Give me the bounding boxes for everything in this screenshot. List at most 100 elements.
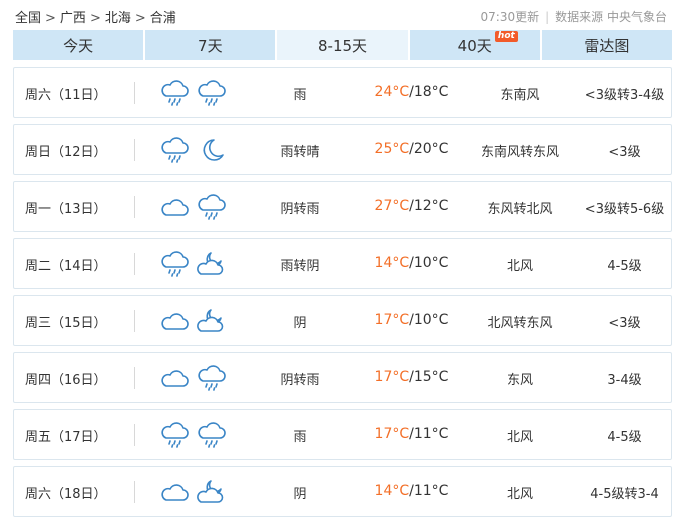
breadcrumb-item-city[interactable]: 北海 bbox=[105, 11, 131, 26]
breadcrumb-separator: > bbox=[45, 11, 56, 26]
temperature: 24°C/18°C bbox=[359, 84, 464, 100]
cloud-icon bbox=[160, 307, 190, 335]
row-divider bbox=[134, 367, 135, 389]
moon-cloud-icon bbox=[197, 478, 227, 506]
wind-direction: 北风 bbox=[506, 259, 533, 274]
forecast-date: 周六（11日） bbox=[25, 88, 107, 103]
wind-direction: 北风 bbox=[506, 487, 533, 502]
weather-condition: 雨转晴 bbox=[280, 145, 320, 160]
wind-direction: 东南风 bbox=[500, 88, 540, 103]
wind-level: 4-5级转3-4 bbox=[590, 487, 659, 502]
high-temp: 17°C bbox=[374, 369, 410, 385]
high-temp: 24°C bbox=[374, 84, 410, 100]
weather-condition: 雨 bbox=[293, 430, 307, 445]
row-divider bbox=[134, 481, 135, 503]
wind-direction: 北风 bbox=[506, 430, 533, 445]
tab-4[interactable]: 雷达图 bbox=[541, 30, 673, 60]
forecast-row: 周六（11日） 雨 24°C/18°C 东南风 <3级转3-4级 bbox=[13, 67, 672, 118]
forecast-row: 周六（18日） 阴 14°C/11°C 北风 4-5级转3-4 bbox=[13, 466, 672, 517]
weather-condition: 阴转雨 bbox=[280, 202, 320, 217]
wind-level: 4-5级 bbox=[607, 430, 642, 445]
low-temp: /10°C bbox=[409, 312, 449, 328]
rain-cloud-icon bbox=[160, 421, 190, 449]
forecast-row: 周三（15日） 阴 17°C/10°C 北风转东风 <3级 bbox=[13, 295, 672, 346]
forecast-row: 周一（13日） 阴转雨 27°C/12°C 东风转北风 <3级转5-6级 bbox=[13, 181, 672, 232]
tab-label: 雷达图 bbox=[584, 36, 630, 55]
wind-level: <3级 bbox=[608, 145, 641, 160]
temperature: 17°C/11°C bbox=[359, 426, 464, 442]
rain-cloud-icon bbox=[160, 250, 190, 278]
low-temp: /20°C bbox=[409, 141, 449, 157]
temperature: 25°C/20°C bbox=[359, 141, 464, 157]
forecast-date: 周日（12日） bbox=[25, 145, 107, 160]
breadcrumb-item-county: 合浦 bbox=[149, 11, 176, 26]
temperature: 17°C/15°C bbox=[359, 369, 464, 385]
temperature: 14°C/10°C bbox=[359, 255, 464, 271]
low-temp: /10°C bbox=[409, 255, 449, 271]
breadcrumb-item-country[interactable]: 全国 bbox=[15, 11, 41, 26]
row-divider bbox=[134, 424, 135, 446]
tab-1[interactable]: 7天 bbox=[145, 30, 276, 60]
update-meta: 07:30更新 | 数据来源 中央气象台 bbox=[481, 8, 667, 25]
forecast-row: 周日（12日） 雨转晴 25°C/20°C 东南风转东风 <3级 bbox=[13, 124, 672, 175]
update-time: 07:30更新 bbox=[480, 10, 540, 24]
wind-level: <3级转3-4级 bbox=[584, 88, 665, 103]
tab-0[interactable]: 今天 bbox=[13, 30, 144, 60]
low-temp: /12°C bbox=[409, 198, 449, 214]
row-divider bbox=[134, 196, 135, 218]
row-divider bbox=[134, 310, 135, 332]
wind-level: <3级转5-6级 bbox=[584, 202, 665, 217]
tab-label: 8-15天 bbox=[317, 36, 368, 55]
wind-direction: 东风转北风 bbox=[487, 202, 553, 217]
cloud-icon bbox=[160, 478, 190, 506]
low-temp: /15°C bbox=[409, 369, 449, 385]
wind-direction: 东南风转东风 bbox=[480, 145, 559, 160]
tab-2[interactable]: 8-15天 bbox=[277, 30, 408, 60]
weather-condition: 阴 bbox=[293, 487, 307, 502]
tab-3[interactable]: 40天 hot bbox=[409, 30, 540, 60]
rain-cloud-icon bbox=[197, 421, 227, 449]
rain-cloud-icon bbox=[197, 364, 227, 392]
row-divider bbox=[134, 82, 135, 104]
cloud-icon bbox=[160, 364, 190, 392]
breadcrumb-separator: > bbox=[89, 11, 101, 26]
row-divider bbox=[134, 253, 135, 275]
high-temp: 27°C bbox=[374, 198, 410, 214]
top-bar: 全国 > 广西 > 北海 > 合浦 07:30更新 | 数据来源 中央气象台 bbox=[0, 0, 679, 30]
breadcrumb-item-province[interactable]: 广西 bbox=[60, 11, 86, 26]
temperature: 14°C/11°C bbox=[359, 483, 464, 499]
low-temp: /11°C bbox=[409, 426, 449, 442]
forecast-tabs: 今天 7天 8-15天 40天 hot 雷达图 bbox=[13, 30, 673, 60]
breadcrumb-separator: > bbox=[134, 11, 146, 26]
rain-cloud-icon bbox=[197, 193, 227, 221]
rain-cloud-icon bbox=[197, 79, 227, 107]
forecast-date: 周二（14日） bbox=[25, 259, 107, 274]
forecast-row: 周二（14日） 雨转阴 14°C/10°C 北风 4-5级 bbox=[13, 238, 672, 289]
forecast-date: 周五（17日） bbox=[25, 430, 107, 445]
weather-condition: 阴 bbox=[293, 316, 307, 331]
forecast-list: 周六（11日） 雨 24°C/18°C 东南风 <3级转3-4级周日（12日） 雨转晴 25… bbox=[13, 67, 672, 523]
moon-icon bbox=[197, 136, 227, 164]
high-temp: 14°C bbox=[374, 255, 410, 271]
wind-level: 3-4级 bbox=[607, 373, 642, 388]
wind-level: <3级 bbox=[608, 316, 641, 331]
weather-condition: 阴转雨 bbox=[280, 373, 320, 388]
high-temp: 17°C bbox=[374, 312, 410, 328]
forecast-row: 周四（16日） 阴转雨 17°C/15°C 东风 3-4级 bbox=[13, 352, 672, 403]
moon-cloud-icon bbox=[197, 250, 227, 278]
moon-cloud-icon bbox=[197, 307, 227, 335]
temperature: 27°C/12°C bbox=[359, 198, 464, 214]
hot-badge: hot bbox=[494, 31, 518, 42]
high-temp: 17°C bbox=[374, 426, 410, 442]
temperature: 17°C/10°C bbox=[359, 312, 464, 328]
wind-direction: 北风转东风 bbox=[487, 316, 553, 331]
low-temp: /18°C bbox=[409, 84, 449, 100]
data-source: 数据来源 中央气象台 bbox=[555, 10, 667, 24]
weather-condition: 雨 bbox=[293, 88, 307, 103]
cloud-icon bbox=[160, 193, 190, 221]
weather-condition: 雨转阴 bbox=[280, 259, 320, 274]
high-temp: 14°C bbox=[374, 483, 410, 499]
forecast-date: 周一（13日） bbox=[25, 202, 107, 217]
forecast-date: 周三（15日） bbox=[25, 316, 107, 331]
forecast-date: 周六（18日） bbox=[25, 487, 107, 502]
